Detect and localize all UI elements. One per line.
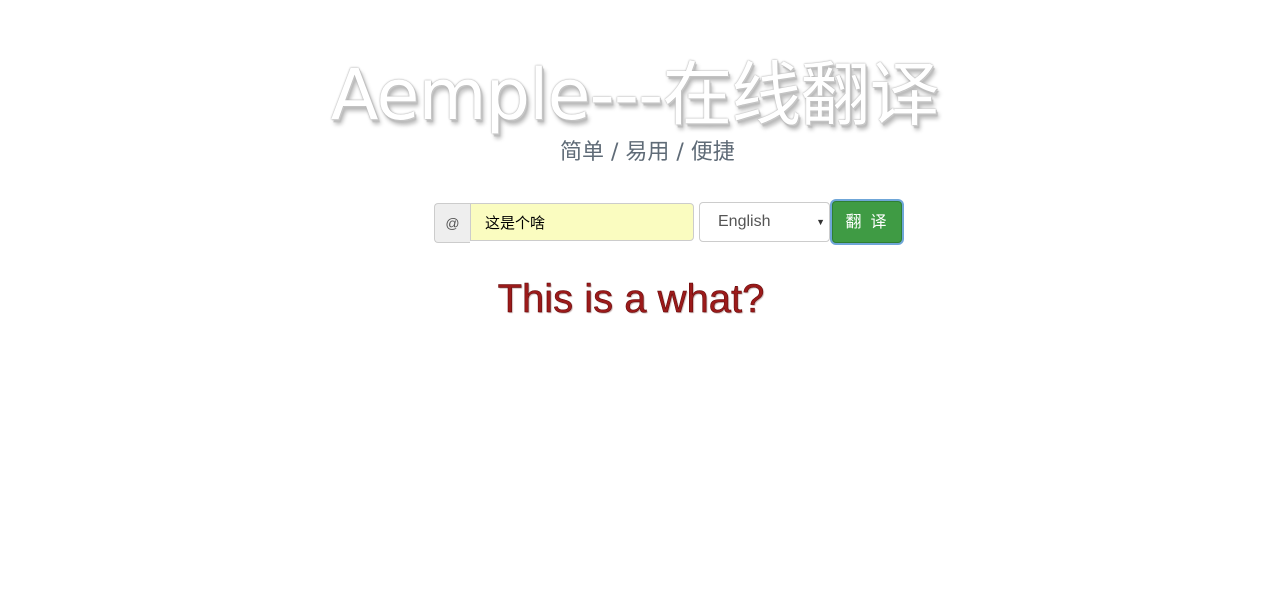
language-select[interactable]: English ▼ [699,202,830,242]
page-subtitle: 简单 / 易用 / 便捷 [560,140,735,165]
chevron-down-icon: ▼ [816,217,825,227]
page-title: Aemple---在线翻译 [330,54,940,136]
translation-result: This is a what? [497,277,765,322]
translate-text-input[interactable] [470,203,694,241]
translate-button[interactable]: 翻 译 [832,201,902,243]
input-addon-at-icon: @ [434,203,470,243]
language-select-value: English [718,213,771,230]
